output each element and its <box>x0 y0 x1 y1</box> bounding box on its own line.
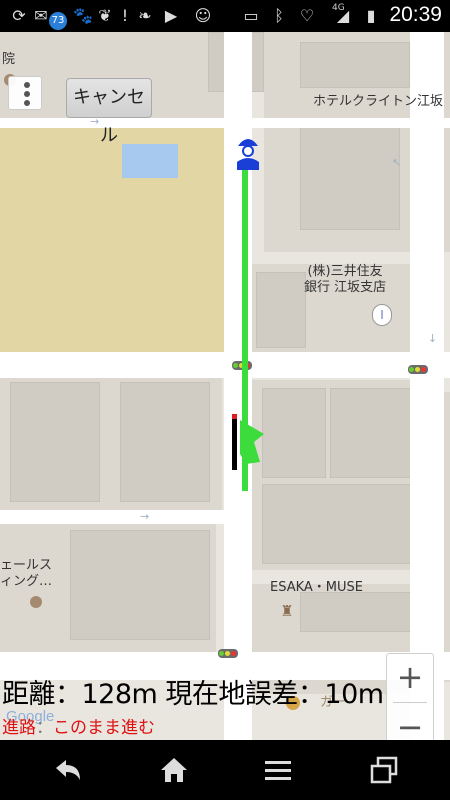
map-road <box>0 118 450 128</box>
bluetooth-icon: ᛒ <box>274 6 284 25</box>
building-poi-icon[interactable]: ♜ <box>278 602 296 620</box>
map-building <box>10 382 100 502</box>
menu-dot-icon <box>24 91 30 97</box>
zoom-controls: + − <box>386 653 434 740</box>
map-view[interactable]: → → ↖ ↓ ホテルクライトン江坂 (株)三井住友 銀行 江坂支店 ESAKA… <box>0 32 450 740</box>
distance-info: 距離：128m 現在地誤差：10m <box>2 679 384 710</box>
map-building <box>300 120 400 230</box>
destination-flag-icon <box>232 414 264 470</box>
poi-label-left-mid-line1: ェールス <box>0 558 53 573</box>
poi-label-bank-line2: 銀行 江坂支店 <box>304 280 387 295</box>
sync-icon: ⟳ <box>12 6 26 25</box>
menu-dot-icon <box>24 82 30 88</box>
poi-label-bank-line1: (株)三井住友 <box>307 264 383 279</box>
cat-app-icon: 🐾 <box>73 6 93 25</box>
menu-icon <box>265 761 291 780</box>
clock: 20:39 <box>389 3 442 26</box>
poi-label-hotel: ホテルクライトン江坂 <box>313 94 444 109</box>
back-button[interactable] <box>40 750 96 790</box>
map-road <box>410 32 444 740</box>
map-road <box>0 352 450 378</box>
zoom-in-button[interactable]: + <box>387 654 433 702</box>
home-button[interactable] <box>146 750 202 790</box>
map-pool <box>122 144 178 178</box>
android-icon: ☺ <box>194 6 212 25</box>
poi-label-left-top: 院 <box>2 52 16 67</box>
menu-button[interactable] <box>250 750 306 790</box>
map-building <box>70 530 210 640</box>
map-building <box>330 388 422 478</box>
battery-icon: ▮ <box>366 6 376 25</box>
route-label: 進路 <box>2 718 36 738</box>
poi-label-bank: (株)三井住友 銀行 江坂支店 <box>304 264 386 296</box>
back-icon <box>56 760 80 780</box>
map-building <box>300 592 420 632</box>
vr-icon: ▭ <box>243 6 259 25</box>
signal-icon: ◢ <box>336 6 350 25</box>
green-leaf-icon: ❧ <box>138 6 152 25</box>
one-way-arrow-icon: ↓ <box>428 332 438 345</box>
notification-badge: 73 <box>49 12 67 30</box>
map-building <box>300 42 410 88</box>
map-building <box>120 382 210 502</box>
one-way-arrow-icon: ↖ <box>392 156 402 169</box>
map-building <box>262 484 422 564</box>
route-separator: ： <box>36 718 53 738</box>
menu-dot-icon <box>24 100 30 106</box>
home-icon <box>161 758 187 782</box>
zoom-out-button[interactable]: − <box>387 704 433 740</box>
user-location-marker <box>237 139 259 170</box>
leaf-app-icon: ❦ <box>98 6 112 25</box>
traffic-light-icon <box>218 649 238 658</box>
bank-poi-icon[interactable]: Ⅰ <box>372 304 392 326</box>
poi-dot-icon[interactable] <box>30 596 42 608</box>
recent-apps-button[interactable] <box>356 750 412 790</box>
heart-icon: ♡ <box>299 6 315 25</box>
traffic-light-icon <box>408 365 428 374</box>
map-park-area <box>0 124 234 352</box>
map-road <box>0 510 230 524</box>
poi-label-left-mid-line2: ィング… <box>0 574 53 589</box>
overflow-menu-button[interactable] <box>8 76 42 110</box>
status-bar: ⟳ ✉ 73 🐾 ❦ ! ❧ ▶ ☺ ▭ ᛒ ♡ 4G ◢ ▮ 20:39 <box>0 0 450 32</box>
map-building <box>256 272 306 348</box>
cancel-button[interactable]: キャンセル <box>66 78 152 146</box>
one-way-arrow-icon: → <box>140 510 150 523</box>
navigation-bar <box>0 740 450 800</box>
poi-label-muse: ESAKA・MUSE <box>270 580 363 595</box>
map-building <box>262 388 326 478</box>
route-instruction: 進路：このまま進む <box>2 713 155 738</box>
route-value: このまま進む <box>53 718 155 738</box>
zoom-separator <box>393 702 427 703</box>
recent-apps-icon <box>370 756 398 784</box>
video-icon: ▶ <box>164 6 178 25</box>
alert-leaf-icon: ! <box>121 6 129 25</box>
poi-label-left-mid: ェールス ィング… <box>0 558 52 590</box>
